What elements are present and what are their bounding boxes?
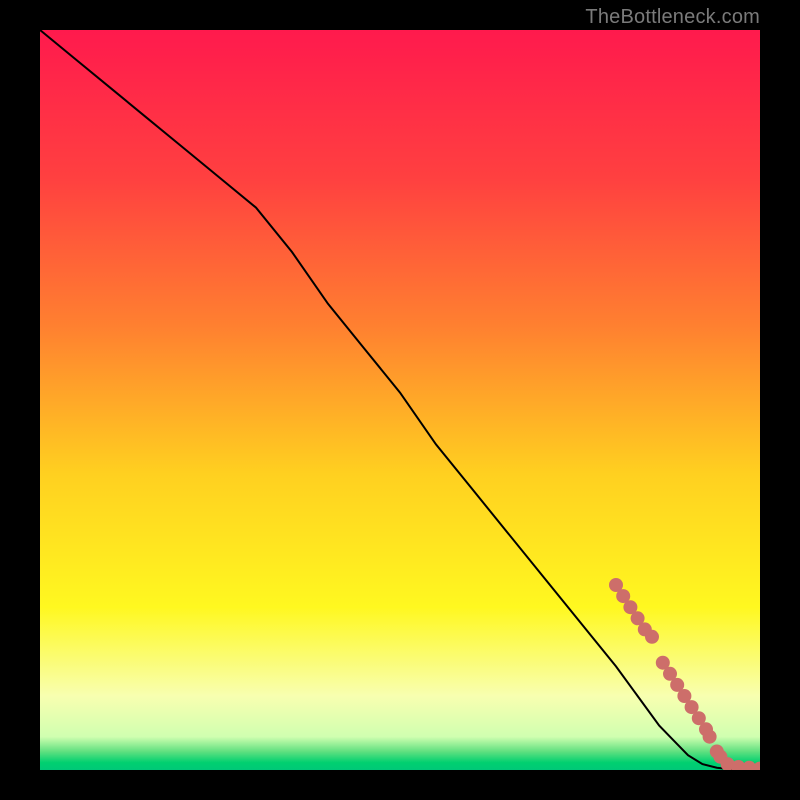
chart-svg xyxy=(40,30,760,770)
chart-point xyxy=(703,730,717,744)
watermark-text: TheBottleneck.com xyxy=(585,6,760,29)
chart-plot-area xyxy=(40,30,760,770)
chart-frame: TheBottleneck.com xyxy=(0,0,800,800)
chart-background xyxy=(40,30,760,770)
chart-point xyxy=(645,630,659,644)
